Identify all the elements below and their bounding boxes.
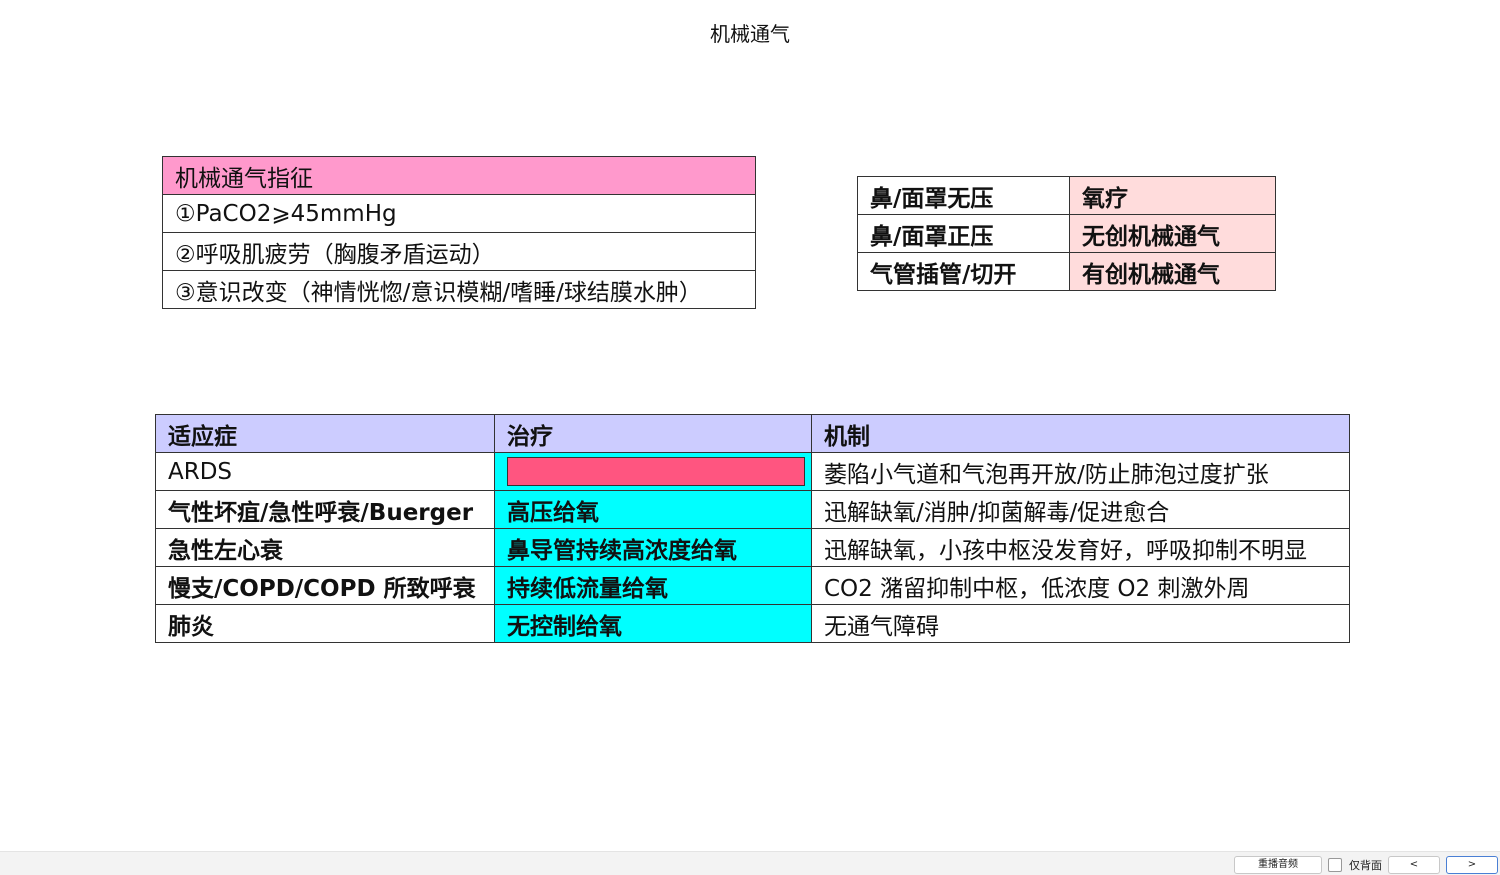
indication-cell: 肺炎: [155, 604, 495, 643]
table-row: 慢支/COPD/COPD 所致呼衰 持续低流量给氧 CO2 潴留抑制中枢，低浓度…: [155, 566, 1350, 605]
page-title: 机械通气: [710, 22, 790, 46]
treatment-cell-hidden: [494, 452, 812, 491]
mode-cell: 鼻/面罩正压: [857, 214, 1070, 253]
therapy-cell: 无创机械通气: [1069, 214, 1276, 253]
table-row: 肺炎 无控制给氧 无通气障碍: [155, 604, 1350, 643]
treatment-cell: 无控制给氧: [494, 604, 812, 643]
treatment-table: 适应症 治疗 机制 ARDS 萎陷小气道和气泡再开放/防止肺泡过度扩张 气性坏疽…: [155, 414, 1350, 643]
table-row: ③意识改变（神情恍惚/意识模糊/嗜睡/球结膜水肿）: [162, 270, 756, 309]
indication-cell: 急性左心衰: [155, 528, 495, 567]
table-row: ARDS 萎陷小气道和气泡再开放/防止肺泡过度扩张: [155, 452, 1350, 491]
table-cell: ③意识改变（神情恍惚/意识模糊/嗜睡/球结膜水肿）: [162, 270, 756, 309]
mechanism-cell: 迅解缺氧/消肿/抑菌解毒/促进愈合: [811, 490, 1350, 529]
hidden-answer-cloze[interactable]: [507, 457, 805, 486]
table-row: 急性左心衰 鼻导管持续高浓度给氧 迅解缺氧，小孩中枢没发育好，呼吸抑制不明显: [155, 528, 1350, 567]
back-only-checkbox[interactable]: [1328, 858, 1342, 872]
back-only-label: 仅背面: [1349, 859, 1382, 872]
previous-button[interactable]: <: [1388, 856, 1440, 874]
treatment-cell: 持续低流量给氧: [494, 566, 812, 605]
table-header-row: 机械通气指征: [162, 156, 756, 195]
indications-table: 机械通气指征 ①PaCO2⩾45mmHg ②呼吸肌疲劳（胸腹矛盾运动） ③意识改…: [162, 156, 756, 309]
oxygen-modes-table: 鼻/面罩无压 氧疗 鼻/面罩正压 无创机械通气 气管插管/切开 有创机械通气: [857, 176, 1276, 291]
mechanism-cell: 萎陷小气道和气泡再开放/防止肺泡过度扩张: [811, 452, 1350, 491]
next-button[interactable]: >: [1446, 856, 1498, 874]
header-indication: 适应症: [155, 414, 495, 453]
table-row: ①PaCO2⩾45mmHg: [162, 194, 756, 233]
table-row: 鼻/面罩无压 氧疗: [857, 176, 1276, 215]
header-treatment: 治疗: [494, 414, 812, 453]
replay-audio-button[interactable]: 重播音频: [1234, 856, 1322, 874]
flashcard-page: 机械通气 机械通气指征 ①PaCO2⩾45mmHg ②呼吸肌疲劳（胸腹矛盾运动）…: [0, 0, 1500, 875]
table-row: 气性坏疽/急性呼衰/Buerger 高压给氧 迅解缺氧/消肿/抑菌解毒/促进愈合: [155, 490, 1350, 529]
mechanism-cell: 迅解缺氧，小孩中枢没发育好，呼吸抑制不明显: [811, 528, 1350, 567]
therapy-cell: 有创机械通气: [1069, 252, 1276, 291]
indication-cell: 气性坏疽/急性呼衰/Buerger: [155, 490, 495, 529]
treatment-cell: 鼻导管持续高浓度给氧: [494, 528, 812, 567]
therapy-cell: 氧疗: [1069, 176, 1276, 215]
table-cell: ①PaCO2⩾45mmHg: [162, 194, 756, 233]
mechanism-cell: 无通气障碍: [811, 604, 1350, 643]
indication-cell: ARDS: [155, 452, 495, 491]
table-cell: ②呼吸肌疲劳（胸腹矛盾运动）: [162, 232, 756, 271]
table-header-cell: 机械通气指征: [162, 156, 756, 195]
mode-cell: 气管插管/切开: [857, 252, 1070, 291]
table-header-row: 适应症 治疗 机制: [155, 414, 1350, 453]
table-row: 气管插管/切开 有创机械通气: [857, 252, 1276, 291]
treatment-cell: 高压给氧: [494, 490, 812, 529]
table-row: ②呼吸肌疲劳（胸腹矛盾运动）: [162, 232, 756, 271]
table-row: 鼻/面罩正压 无创机械通气: [857, 214, 1276, 253]
mechanism-cell: CO2 潴留抑制中枢，低浓度 O2 刺激外周: [811, 566, 1350, 605]
mode-cell: 鼻/面罩无压: [857, 176, 1070, 215]
indication-cell: 慢支/COPD/COPD 所致呼衰: [155, 566, 495, 605]
header-mechanism: 机制: [811, 414, 1350, 453]
bottom-toolbar: 重播音频 仅背面 < >: [0, 851, 1500, 875]
